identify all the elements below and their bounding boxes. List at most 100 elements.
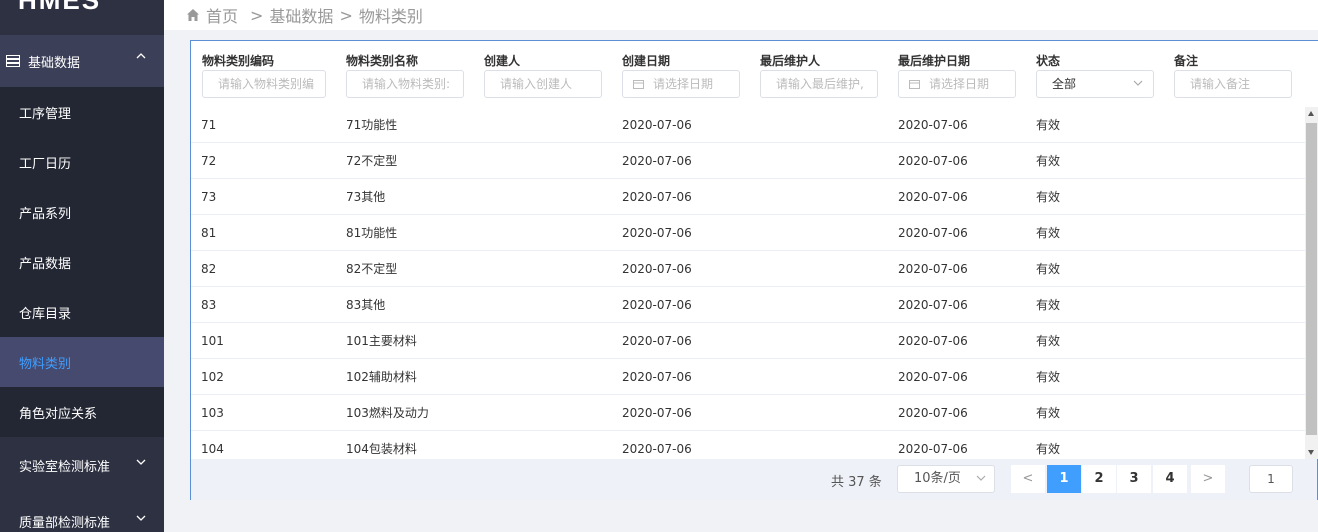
cell-name: 81功能性 — [346, 226, 398, 240]
cell-code: 101 — [201, 334, 224, 348]
cell-create-date: 2020-07-06 — [622, 298, 692, 312]
page-size-select[interactable]: 10条/页 — [897, 465, 995, 493]
table-row[interactable]: 101 101主要材料 2020-07-06 2020-07-06 有效 — [191, 323, 1305, 359]
sidebar-item-process[interactable]: 工序管理 — [0, 87, 164, 137]
cell-create-date: 2020-07-06 — [622, 370, 692, 384]
remark-filter-input[interactable]: 请输入备注 — [1174, 70, 1292, 98]
sidebar-item-product-data[interactable]: 产品数据 — [0, 237, 164, 287]
cell-status: 有效 — [1036, 190, 1061, 204]
page-button-1[interactable]: 1 — [1047, 465, 1081, 493]
cell-maintain-date: 2020-07-06 — [898, 262, 968, 276]
scroll-down-icon[interactable] — [1308, 450, 1314, 455]
breadcrumb: 首页 > 基础数据 > 物料类别 — [164, 0, 1318, 30]
cell-create-date: 2020-07-06 — [622, 154, 692, 168]
cell-name: 103燃料及动力 — [346, 406, 429, 420]
column-header-remark: 备注 — [1174, 54, 1199, 68]
cell-maintain-date: 2020-07-06 — [898, 406, 968, 420]
calendar-icon — [909, 80, 920, 89]
cell-status: 有效 — [1036, 370, 1061, 384]
scrollbar-thumb[interactable] — [1306, 123, 1317, 435]
page-jump-input[interactable]: 1 — [1249, 465, 1293, 493]
column-header-name: 物料类别名称 — [346, 54, 419, 68]
table-row[interactable]: 81 81功能性 2020-07-06 2020-07-06 有效 — [191, 215, 1305, 251]
column-header-code: 物料类别编码 — [202, 54, 275, 68]
table-row[interactable]: 83 83其他 2020-07-06 2020-07-06 有效 — [191, 287, 1305, 323]
table-row[interactable]: 72 72不定型 2020-07-06 2020-07-06 有效 — [191, 143, 1305, 179]
breadcrumb-separator: > — [339, 5, 353, 25]
cell-name: 72不定型 — [346, 154, 398, 168]
sidebar-group-lab-standard[interactable]: 实验室检测标准 — [0, 437, 164, 493]
column-header-maintain-date: 最后维护日期 — [898, 54, 971, 68]
sidebar-item-material-category[interactable]: 物料类别 — [0, 337, 164, 387]
sidebar-group-basic-data[interactable]: 基础数据 — [0, 35, 164, 87]
material-category-table: 物料类别编码 请输入物料类别编 物料类别名称 请输入物料类别: 创建人 请输入创… — [190, 40, 1318, 500]
sidebar-group-quality-standard[interactable]: 质量部检测标准 — [0, 493, 164, 532]
create-date-picker[interactable]: 请选择日期 — [622, 70, 740, 98]
name-filter-input[interactable]: 请输入物料类别: — [346, 70, 464, 98]
breadcrumb-level1[interactable]: 基础数据 — [269, 3, 333, 27]
page-button-4[interactable]: 4 — [1153, 465, 1187, 493]
table-row[interactable]: 104 104包装材料 2020-07-06 2020-07-06 有效 — [191, 431, 1305, 459]
cell-code: 82 — [201, 262, 217, 276]
status-select[interactable]: 全部 — [1036, 70, 1154, 98]
table-row[interactable]: 71 71功能性 2020-07-06 2020-07-06 有效 — [191, 107, 1305, 143]
calendar-icon — [633, 80, 644, 89]
column-header-creator: 创建人 — [484, 54, 521, 68]
cell-maintain-date: 2020-07-06 — [898, 154, 968, 168]
table-row[interactable]: 103 103燃料及动力 2020-07-06 2020-07-06 有效 — [191, 395, 1305, 431]
home-icon — [187, 9, 199, 21]
cell-name: 101主要材料 — [346, 334, 417, 348]
cell-status: 有效 — [1036, 406, 1061, 420]
column-header-maintainer: 最后维护人 — [760, 54, 821, 68]
cell-create-date: 2020-07-06 — [622, 118, 692, 132]
cell-code: 81 — [201, 226, 217, 240]
sidebar-group-label: 基础数据 — [28, 55, 81, 71]
column-header-status: 状态 — [1036, 54, 1061, 68]
table-header-filters: 物料类别编码 请输入物料类别编 物料类别名称 请输入物料类别: 创建人 请输入创… — [191, 41, 1318, 107]
table-row[interactable]: 82 82不定型 2020-07-06 2020-07-06 有效 — [191, 251, 1305, 287]
cell-status: 有效 — [1036, 154, 1061, 168]
maintain-date-picker[interactable]: 请选择日期 — [898, 70, 1016, 98]
scroll-up-icon[interactable] — [1308, 111, 1314, 116]
cell-status: 有效 — [1036, 262, 1061, 276]
cell-name: 71功能性 — [346, 118, 398, 132]
cell-create-date: 2020-07-06 — [622, 190, 692, 204]
next-page-button[interactable]: > — [1191, 465, 1225, 493]
cell-name: 73其他 — [346, 190, 386, 204]
cell-code: 102 — [201, 370, 224, 384]
creator-filter-input[interactable]: 请输入创建人 — [484, 70, 602, 98]
breadcrumb-home[interactable]: 首页 — [206, 3, 238, 27]
cell-create-date: 2020-07-06 — [622, 226, 692, 240]
chevron-up-icon — [136, 53, 146, 59]
page-button-2[interactable]: 2 — [1082, 465, 1116, 493]
column-header-create-date: 创建日期 — [622, 54, 671, 68]
sidebar-item-role-mapping[interactable]: 角色对应关系 — [0, 387, 164, 437]
page-button-3[interactable]: 3 — [1117, 465, 1151, 493]
prev-page-button[interactable]: < — [1011, 465, 1045, 493]
sidebar-item-warehouse[interactable]: 仓库目录 — [0, 287, 164, 337]
sidebar: HMES 基础数据 工序管理 工厂日历 产品系列 产品数据 仓库目录 物料类别 … — [0, 0, 164, 532]
table-row[interactable]: 73 73其他 2020-07-06 2020-07-06 有效 — [191, 179, 1305, 215]
breadcrumb-current: 物料类别 — [358, 7, 423, 26]
cell-create-date: 2020-07-06 — [622, 406, 692, 420]
chevron-down-icon — [136, 459, 146, 465]
cell-maintain-date: 2020-07-06 — [898, 226, 968, 240]
cell-code: 72 — [201, 154, 217, 168]
app-logo: HMES — [18, 0, 102, 15]
cell-maintain-date: 2020-07-06 — [898, 370, 968, 384]
cell-code: 104 — [201, 442, 224, 456]
cell-name: 83其他 — [346, 298, 386, 312]
table-row[interactable]: 102 102辅助材料 2020-07-06 2020-07-06 有效 — [191, 359, 1305, 395]
cell-maintain-date: 2020-07-06 — [898, 442, 968, 456]
sidebar-item-product-series[interactable]: 产品系列 — [0, 187, 164, 237]
cell-status: 有效 — [1036, 334, 1061, 348]
total-count: 共 37 条 — [831, 475, 882, 490]
breadcrumb-separator: > — [250, 5, 264, 25]
code-filter-input[interactable]: 请输入物料类别编 — [202, 70, 326, 98]
cell-name: 82不定型 — [346, 262, 398, 276]
maintainer-filter-input[interactable]: 请输入最后维护, — [760, 70, 878, 98]
sidebar-item-factory-calendar[interactable]: 工厂日历 — [0, 137, 164, 187]
cell-maintain-date: 2020-07-06 — [898, 298, 968, 312]
cell-code: 71 — [201, 118, 217, 132]
vertical-scrollbar[interactable] — [1305, 107, 1318, 459]
